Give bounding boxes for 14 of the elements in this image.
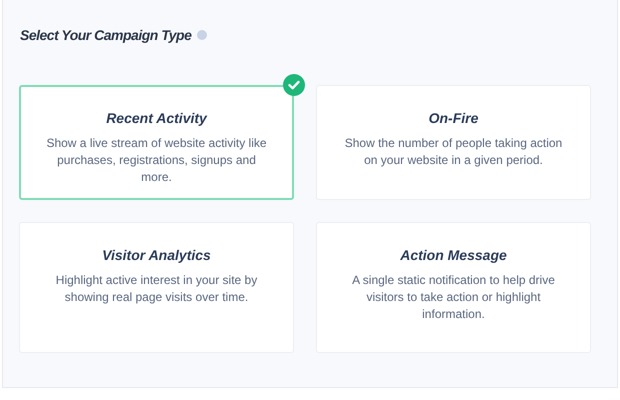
- card-description: A single static notification to help drive visitors to take action or highlight information.: [351, 272, 556, 323]
- card-title: On-Fire: [428, 109, 478, 128]
- card-title: Action Message: [400, 246, 507, 265]
- campaign-card[interactable]: Recent Activity Show a live stream of website activity like purchases, registrations, signups and more.: [19, 85, 294, 200]
- section-title: Select Your Campaign Type: [20, 26, 192, 45]
- card-title: Recent Activity: [106, 109, 207, 128]
- card-title: Visitor Analytics: [102, 246, 211, 265]
- campaign-card[interactable]: Visitor Analytics Highlight active interest in your site by showing real page visits over time.: [19, 222, 294, 353]
- card-description: Show a live stream of website activity like purchases, registrations, signups and more.: [45, 135, 268, 186]
- card-description: Highlight active interest in your site by showing real page visits over time.: [54, 272, 258, 306]
- card-description: Show the number of people taking action on your website in a given period.: [344, 135, 564, 169]
- checkmark-icon: [283, 74, 305, 96]
- campaign-card[interactable]: On-Fire Show the number of people taking action on your website in a given period.: [316, 85, 591, 200]
- campaign-card[interactable]: Action Message A single static notification to help drive visitors to take action or highlight information.: [316, 222, 591, 353]
